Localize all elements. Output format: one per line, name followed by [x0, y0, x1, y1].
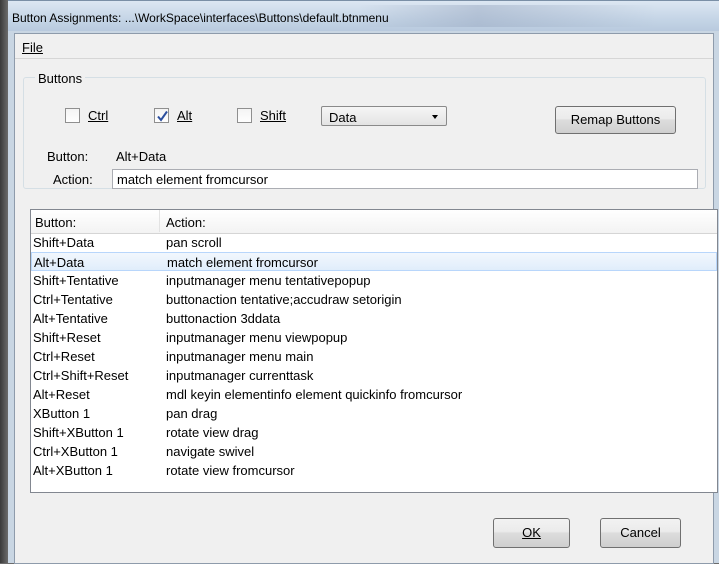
list-header: Button: Action:	[31, 210, 717, 234]
list-item-action: inputmanager menu viewpopup	[166, 330, 348, 345]
list-item[interactable]: Ctrl+Tentative buttonaction tentative;acc…	[31, 290, 717, 308]
assignments-list[interactable]: Button: Action: Shift+Data pan scroll Alt+…	[30, 209, 718, 493]
list-item-action: buttonaction tentative;accudraw setorigi…	[166, 292, 402, 307]
window-title: Button Assignments: ...\WorkSpace\interf…	[12, 11, 389, 25]
ctrl-checkbox[interactable]: Ctrl	[65, 108, 108, 123]
list-item[interactable]: Alt+XButton 1 rotate view fromcursor	[31, 461, 717, 479]
menu-bar: File	[15, 34, 713, 59]
list-item-action: rotate view drag	[166, 425, 259, 440]
list-item-button: XButton 1	[33, 406, 91, 421]
list-item-button: Ctrl+Reset	[33, 349, 95, 364]
list-item-action: pan scroll	[166, 235, 222, 250]
list-item-button: Ctrl+Shift+Reset	[33, 368, 129, 383]
action-label: Action:	[53, 172, 93, 187]
alt-checkbox[interactable]: Alt	[154, 108, 192, 123]
ok-button-label: OK	[522, 525, 541, 540]
dialog-window: Button Assignments: ...\WorkSpace\interf…	[8, 0, 719, 564]
dialog-client-area: File Buttons Ctrl Alt Shift Data Remap B…	[14, 33, 718, 564]
column-header-button[interactable]: Button:	[35, 215, 76, 230]
list-item[interactable]: Shift+Tentative inputmanager menu tentati…	[31, 271, 717, 289]
menu-file[interactable]: File	[22, 40, 43, 55]
list-item-action: navigate swivel	[166, 444, 255, 459]
list-item-button: Shift+Data	[33, 235, 95, 250]
list-item[interactable]: Alt+Data match element fromcursor	[31, 252, 717, 271]
list-item-action: pan drag	[166, 406, 218, 421]
list-item[interactable]: XButton 1 pan drag	[31, 404, 717, 422]
alt-checkbox-box[interactable]	[154, 108, 169, 123]
list-item-button: Alt+Data	[34, 255, 85, 270]
list-item[interactable]: Alt+Tentative buttonaction 3ddata	[31, 309, 717, 327]
shift-checkbox[interactable]: Shift	[237, 108, 286, 123]
list-item-action: inputmanager currenttask	[166, 368, 314, 383]
button-value: Alt+Data	[116, 149, 167, 164]
shift-checkbox-box[interactable]	[237, 108, 252, 123]
list-item-button: Shift+XButton 1	[33, 425, 124, 440]
list-item-button: Shift+Reset	[33, 330, 101, 345]
list-item[interactable]: Ctrl+Shift+Reset inputmanager currenttask	[31, 366, 717, 384]
checkmark-icon	[157, 110, 168, 122]
ctrl-checkbox-label: Ctrl	[88, 108, 109, 123]
buttons-group-label: Buttons	[35, 71, 86, 86]
list-item[interactable]: Shift+Data pan scroll	[31, 233, 717, 251]
ctrl-checkbox-box[interactable]	[65, 108, 80, 123]
mouse-button-select[interactable]: Data	[321, 106, 447, 126]
action-field[interactable]	[112, 169, 698, 189]
list-item[interactable]: Alt+Reset mdl keyin elementinfo element q…	[31, 385, 717, 403]
ok-button[interactable]: OK	[493, 518, 570, 548]
list-item-button: Ctrl+Tentative	[33, 292, 113, 307]
list-item-action: rotate view fromcursor	[166, 463, 295, 478]
action-input[interactable]	[113, 170, 697, 188]
cancel-button[interactable]: Cancel	[600, 518, 681, 548]
dropdown-arrow-icon	[432, 115, 438, 119]
column-header-action[interactable]: Action:	[166, 215, 206, 230]
shift-checkbox-label: Shift	[260, 108, 287, 123]
list-item-button: Alt+Reset	[33, 387, 90, 402]
list-item[interactable]: Ctrl+XButton 1 navigate swivel	[31, 442, 717, 460]
list-item[interactable]: Shift+Reset inputmanager menu viewpopup	[31, 328, 717, 346]
list-item-button: Shift+Tentative	[33, 273, 119, 288]
mouse-button-select-value: Data	[329, 110, 357, 125]
list-item-action: match element fromcursor	[167, 255, 318, 270]
list-item-action: inputmanager menu main	[166, 349, 314, 364]
list-item-button: Alt+XButton 1	[33, 463, 113, 478]
button-label: Button:	[47, 149, 89, 164]
list-item-action: mdl keyin elementinfo element quickinfo …	[166, 387, 463, 402]
list-item[interactable]: Shift+XButton 1 rotate view drag	[31, 423, 717, 441]
background-edge	[0, 0, 8, 563]
menu-file-label: File	[22, 40, 43, 55]
alt-checkbox-label: Alt	[177, 108, 193, 123]
remap-buttons-button[interactable]: Remap Buttons	[555, 106, 676, 134]
list-item-action: inputmanager menu tentativepopup	[166, 273, 371, 288]
title-bar[interactable]: Button Assignments: ...\WorkSpace\interf…	[8, 1, 719, 31]
list-item-button: Ctrl+XButton 1	[33, 444, 118, 459]
list-item-button: Alt+Tentative	[33, 311, 108, 326]
list-item[interactable]: Ctrl+Reset inputmanager menu main	[31, 347, 717, 365]
list-item-action: buttonaction 3ddata	[166, 311, 281, 326]
titlebar-background-glare	[358, 5, 658, 27]
column-separator[interactable]	[159, 210, 160, 232]
